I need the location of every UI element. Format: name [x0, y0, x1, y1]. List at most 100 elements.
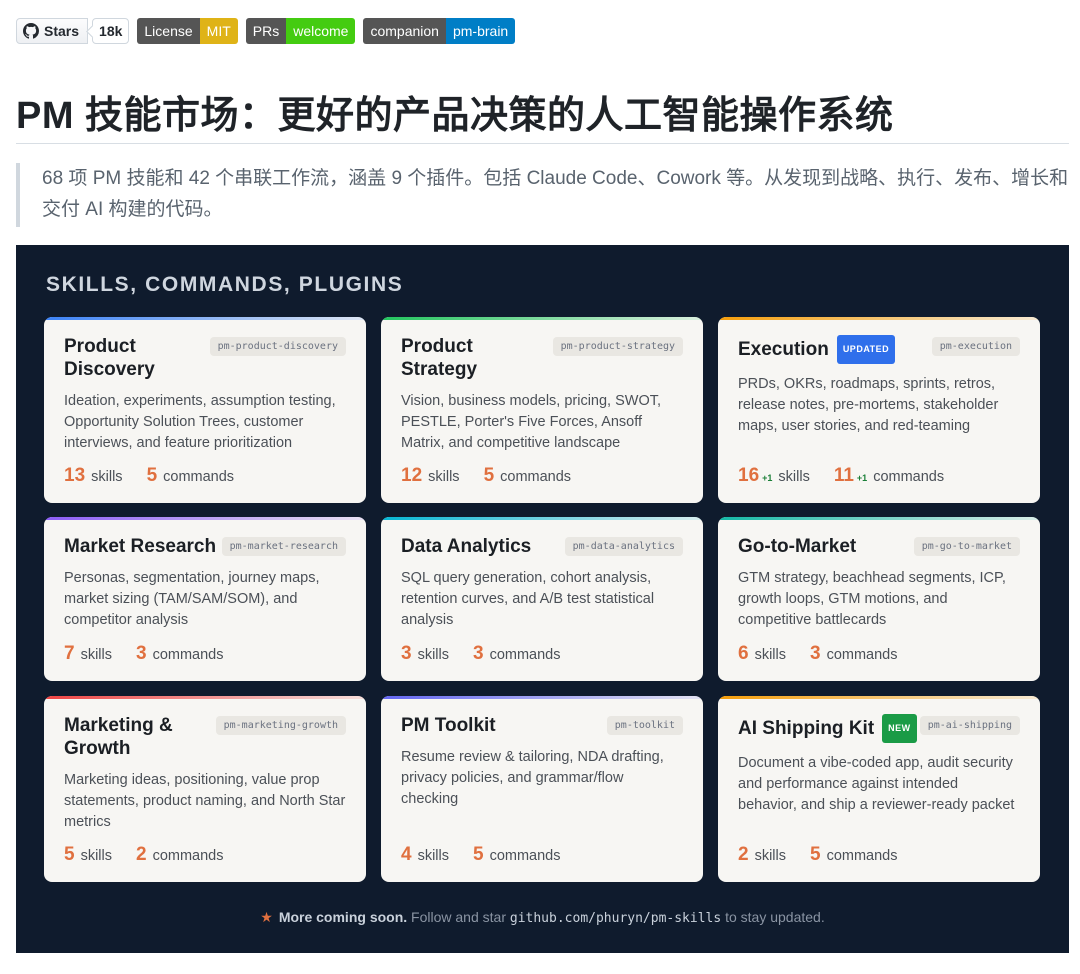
skills-count: 5: [64, 844, 75, 865]
card-status-badge: NEW: [882, 714, 917, 743]
plugin-id-tag: pm-marketing-growth: [215, 716, 346, 735]
page-title: PM 技能市场：更好的产品决策的人工智能操作系统: [16, 95, 894, 137]
card-accent-bar: [718, 696, 1040, 699]
card-stats: 6 skills 3 commands: [738, 643, 898, 665]
card-stats: 7 skills 3 commands: [64, 643, 224, 665]
card-accent-bar: [718, 317, 1040, 320]
card-title: Market Research: [64, 535, 216, 558]
plugin-card-product-discovery[interactable]: Product Discovery pm-product-discovery Ide…: [44, 317, 366, 503]
card-accent-bar: [718, 517, 1040, 520]
card-description: PRDs, OKRs, roadmaps, sprints, retros, r…: [738, 376, 999, 434]
skills-label: skills: [80, 848, 112, 864]
card-description: Document a vibe-coded app, audit securit…: [738, 755, 1015, 813]
description-quote: 68 项 PM 技能和 42 个串联工作流，涵盖 9 个插件。包括 Claude…: [16, 163, 1069, 227]
card-accent-bar: [381, 696, 703, 699]
card-title-text: Product Discovery: [64, 336, 155, 380]
skills-label: skills: [91, 469, 123, 485]
prs-badge-value: welcome: [286, 18, 356, 44]
skills-count: 7: [64, 643, 75, 664]
badge-row: Stars 18k License MIT PRs welcome compan…: [16, 18, 516, 44]
skills-delta: +1: [762, 473, 773, 483]
card-stats: 3 skills 3 commands: [401, 643, 561, 665]
card-title-text: PM Toolkit: [401, 715, 496, 736]
github-icon: [23, 23, 39, 39]
card-stats: 2 skills 5 commands: [738, 844, 898, 866]
commands-count: 5: [483, 465, 495, 486]
card-title: Go-to-Market: [738, 535, 856, 558]
skills-label: skills: [417, 647, 449, 663]
card-title: AI Shipping Kit NEW: [738, 714, 917, 743]
card-title: PM Toolkit: [401, 714, 496, 737]
card-accent-bar: [44, 317, 366, 320]
card-stats: 13 skills 5 commands: [64, 465, 234, 487]
plugin-card-market-research[interactable]: Market Research pm-market-research Persona…: [44, 517, 366, 681]
card-accent-bar: [381, 517, 703, 520]
companion-badge[interactable]: companion pm-brain: [363, 18, 516, 44]
commands-label: commands: [873, 469, 945, 485]
card-accent-bar: [44, 517, 366, 520]
skills-count: 12: [401, 465, 423, 486]
companion-badge-value: pm-brain: [445, 18, 516, 44]
card-stats: 12 skills 5 commands: [401, 465, 571, 487]
skills-count: 16: [738, 465, 760, 486]
plugin-card-go-to-market[interactable]: Go-to-Market pm-go-to-market GTM strategy,…: [718, 517, 1040, 681]
plugin-card-execution[interactable]: Execution UPDATED pm-execution PRDs, OKRs, …: [718, 317, 1040, 503]
card-title: Marketing & Growth: [64, 714, 204, 760]
footer-repo-link[interactable]: github.com/phuryn/pm-skills: [510, 911, 721, 926]
plugin-card-ai-shipping[interactable]: AI Shipping Kit NEW pm-ai-shipping Document…: [718, 696, 1040, 882]
license-badge-value: MIT: [199, 18, 238, 44]
card-title: Product Discovery: [64, 335, 204, 381]
stars-count[interactable]: 18k: [92, 18, 130, 44]
github-stars-badge[interactable]: Stars 18k: [16, 18, 130, 44]
plugin-id-tag: pm-ai-shipping: [919, 716, 1020, 735]
commands-label: commands: [489, 647, 561, 663]
star-icon: ★: [260, 909, 273, 925]
commands-count: 3: [473, 643, 484, 664]
card-description: GTM strategy, beachhead segments, ICP, g…: [738, 570, 1006, 628]
card-title: Execution UPDATED: [738, 335, 896, 364]
skills-count: 4: [401, 844, 412, 865]
license-badge-key: License: [137, 18, 200, 44]
card-stats: 16 +1 skills 11 +1 commands: [738, 465, 944, 487]
card-accent-bar: [381, 317, 703, 320]
plugins-panel: SKILLS, COMMANDS, PLUGINS Product Discov…: [16, 245, 1069, 953]
card-description: Resume review & tailoring, NDA drafting,…: [401, 749, 664, 807]
description-text: 68 项 PM 技能和 42 个串联工作流，涵盖 9 个插件。包括 Claude…: [42, 168, 1069, 220]
card-description: Vision, business models, pricing, SWOT, …: [401, 393, 662, 451]
skills-count: 13: [64, 465, 86, 486]
commands-label: commands: [500, 469, 572, 485]
github-stars-button[interactable]: Stars: [16, 18, 89, 44]
plugin-id-tag: pm-product-strategy: [552, 337, 683, 356]
card-title: Product Strategy: [401, 335, 541, 381]
commands-label: commands: [489, 848, 561, 864]
skills-count: 3: [401, 643, 412, 664]
skills-label: skills: [778, 469, 810, 485]
plugin-card-product-strategy[interactable]: Product Strategy pm-product-strategy Visio…: [381, 317, 703, 503]
card-description: Personas, segmentation, journey maps, ma…: [64, 570, 320, 628]
skills-label: skills: [754, 848, 786, 864]
commands-count: 5: [146, 465, 158, 486]
card-description: SQL query generation, cohort analysis, r…: [401, 570, 655, 628]
plugin-card-data-analytics[interactable]: Data Analytics pm-data-analytics SQL query…: [381, 517, 703, 681]
plugin-card-marketing-growth[interactable]: Marketing & Growth pm-marketing-growth Mar…: [44, 696, 366, 882]
card-title-text: Product Strategy: [401, 336, 478, 380]
license-badge[interactable]: License MIT: [137, 18, 238, 44]
companion-badge-key: companion: [363, 18, 446, 44]
card-description: Ideation, experiments, assumption testin…: [64, 393, 336, 451]
card-status-badge: UPDATED: [836, 335, 896, 364]
commands-label: commands: [152, 848, 224, 864]
footer-text-before: Follow and star: [411, 909, 506, 925]
skills-count: 6: [738, 643, 749, 664]
commands-count: 11: [833, 465, 854, 486]
panel-footer: ★ More coming soon. Follow and star githu…: [16, 909, 1069, 926]
plugin-id-tag: pm-data-analytics: [564, 537, 683, 556]
plugin-id-tag: pm-toolkit: [606, 716, 683, 735]
title-divider: [16, 143, 1069, 144]
plugin-card-toolkit[interactable]: PM Toolkit pm-toolkit Resume review & tail…: [381, 696, 703, 882]
prs-badge[interactable]: PRs welcome: [245, 18, 356, 44]
prs-badge-key: PRs: [245, 18, 287, 44]
commands-count: 2: [136, 844, 147, 865]
commands-label: commands: [826, 848, 898, 864]
card-title-text: AI Shipping Kit: [738, 718, 875, 739]
card-accent-bar: [44, 696, 366, 699]
